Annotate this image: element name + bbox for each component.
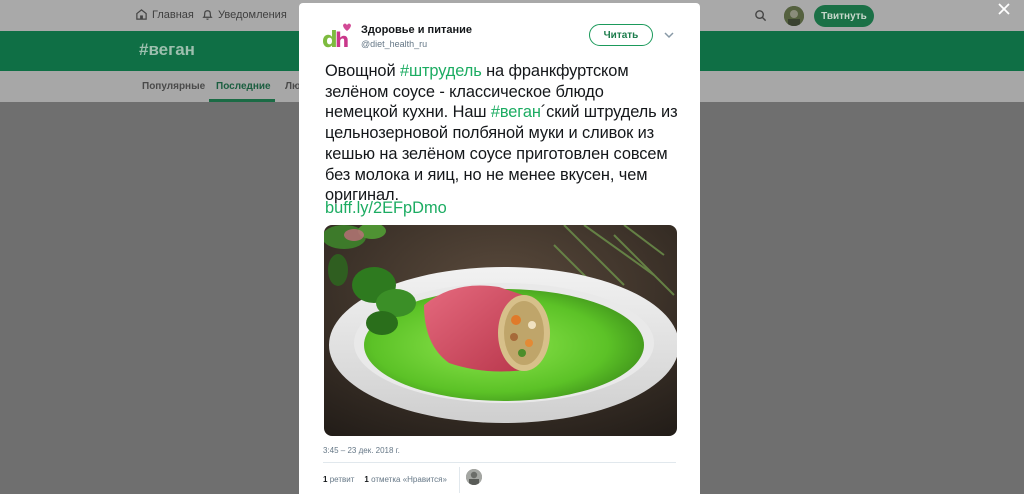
author-handle[interactable]: @diet_health_ru xyxy=(361,39,427,49)
stats-separator xyxy=(459,467,460,493)
likes-count: 1 xyxy=(364,475,369,484)
retweet-label: ретвит xyxy=(329,475,355,484)
retweet-stat[interactable]: 1 ретвит xyxy=(323,475,354,484)
tweet-text-part: Овощной xyxy=(325,62,400,80)
hashtag-link[interactable]: #веган xyxy=(491,103,541,121)
tweet-photo[interactable] xyxy=(324,225,677,436)
tab-top[interactable]: Популярные xyxy=(142,81,205,92)
divider xyxy=(323,462,676,463)
retweet-count: 1 xyxy=(323,475,328,484)
follow-button[interactable]: Читать xyxy=(589,24,653,46)
author-logo[interactable]: d h xyxy=(321,22,353,52)
bell-icon xyxy=(202,10,213,20)
nav-notifications-label: Уведомления xyxy=(218,8,287,21)
svg-text:h: h xyxy=(335,28,349,52)
tab-latest[interactable]: Последние xyxy=(216,81,271,92)
tweet-text: Овощной #штрудель на франкфуртском зелён… xyxy=(325,61,680,206)
hashtag-title: #веган xyxy=(139,40,195,59)
liker-avatar[interactable] xyxy=(466,469,482,485)
nav-home[interactable]: Главная xyxy=(135,8,194,21)
home-icon xyxy=(136,9,147,20)
hashtag-link[interactable]: #штрудель xyxy=(400,62,482,80)
user-avatar[interactable] xyxy=(784,6,804,26)
tweet-compose-button[interactable]: Твитнуть xyxy=(814,5,874,27)
nav-notifications[interactable]: Уведомления xyxy=(201,8,287,21)
tweet-timestamp[interactable]: 3:45 – 23 дек. 2018 г. xyxy=(323,446,400,455)
nav-home-label: Главная xyxy=(152,8,194,21)
tweet-url-link[interactable]: buff.ly/2EFpDmo xyxy=(325,199,447,218)
search-icon[interactable] xyxy=(754,9,767,22)
likes-stat[interactable]: 1 отметка «Нравится» xyxy=(364,475,447,484)
close-icon[interactable] xyxy=(998,3,1010,15)
tweet-stats: 1 ретвит 1 отметка «Нравится» xyxy=(323,475,447,484)
tweet-modal: d h Здоровье и питание @diet_health_ru Ч… xyxy=(299,3,700,494)
chevron-down-icon[interactable] xyxy=(663,30,675,40)
likes-label: отметка «Нравится» xyxy=(371,475,447,484)
author-name[interactable]: Здоровье и питание xyxy=(361,24,472,36)
